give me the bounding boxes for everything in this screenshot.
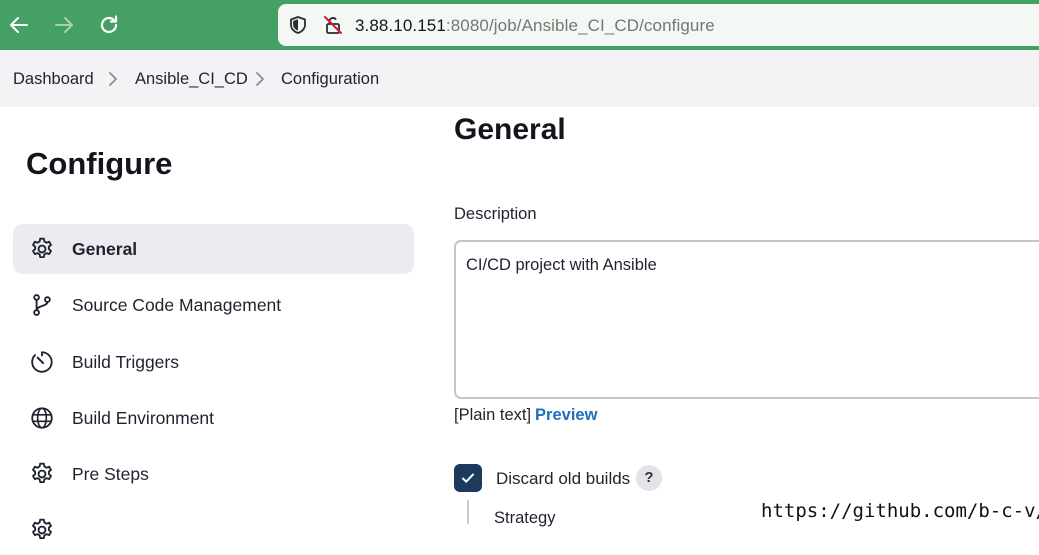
sidebar-title: Configure	[26, 146, 173, 181]
chevron-right-icon	[107, 71, 119, 87]
back-arrow-icon[interactable]	[7, 13, 31, 37]
sidebar-item-next-partial[interactable]	[13, 505, 414, 555]
watermark-text: https://github.com/b-c-v/	[758, 499, 1039, 524]
sidebar-item-label: Build Triggers	[72, 352, 179, 372]
sidebar-item-build-environment[interactable]: Build Environment	[13, 393, 414, 443]
sidebar-item-general[interactable]: General	[13, 224, 414, 274]
sidebar-item-pre-steps[interactable]: Pre Steps	[13, 449, 414, 499]
breadcrumb-configuration[interactable]: Configuration	[281, 70, 379, 89]
browser-toolbar: 3.88.10.151:8080/job/Ansible_CI_CD/confi…	[0, 0, 1039, 50]
nested-section-rule	[467, 500, 469, 524]
address-bar[interactable]: 3.88.10.151:8080/job/Ansible_CI_CD/confi…	[278, 4, 1039, 46]
discard-old-builds-checkbox[interactable]	[454, 464, 482, 492]
gear-icon	[29, 236, 55, 262]
gear-icon	[29, 517, 55, 543]
preview-link[interactable]: Preview	[535, 406, 597, 424]
url-text[interactable]: 3.88.10.151:8080/job/Ansible_CI_CD/confi…	[355, 16, 715, 36]
shield-icon[interactable]	[288, 15, 308, 35]
forward-arrow-icon[interactable]	[52, 13, 76, 37]
breadcrumb-job[interactable]: Ansible_CI_CD	[135, 70, 248, 89]
branch-icon	[29, 292, 55, 318]
strategy-label: Strategy	[494, 509, 556, 527]
sidebar-item-label: Build Environment	[72, 408, 215, 428]
sidebar-item-source-code-management[interactable]: Source Code Management	[13, 280, 414, 330]
timer-icon	[29, 349, 55, 375]
globe-icon	[29, 405, 55, 431]
discard-old-builds-label[interactable]: Discard old builds	[496, 469, 630, 489]
description-label: Description	[454, 205, 537, 223]
reload-icon[interactable]	[97, 13, 121, 37]
sidebar-item-label: General	[72, 239, 138, 259]
section-title: General	[454, 113, 566, 146]
url-path: :8080/job/Ansible_CI_CD/configure	[445, 16, 715, 35]
chevron-right-icon	[254, 71, 266, 87]
help-icon[interactable]: ?	[636, 465, 662, 491]
description-textarea[interactable]: CI/CD project with Ansible	[454, 240, 1039, 399]
plain-text-label: [Plain text]	[454, 406, 532, 424]
format-note: [Plain text] Preview	[454, 406, 597, 425]
insecure-lock-icon[interactable]	[323, 15, 343, 35]
breadcrumb-dashboard[interactable]: Dashboard	[13, 70, 94, 89]
sidebar-item-label: Source Code Management	[72, 295, 282, 315]
description-value: CI/CD project with Ansible	[466, 256, 657, 274]
checkmark-icon	[462, 473, 474, 483]
breadcrumb: Dashboard Ansible_CI_CD Configuration	[0, 50, 1039, 107]
sidebar-item-label: Pre Steps	[72, 464, 149, 484]
sidebar-item-build-triggers[interactable]: Build Triggers	[13, 337, 414, 387]
gear-icon	[29, 461, 55, 487]
url-host: 3.88.10.151	[355, 16, 446, 35]
